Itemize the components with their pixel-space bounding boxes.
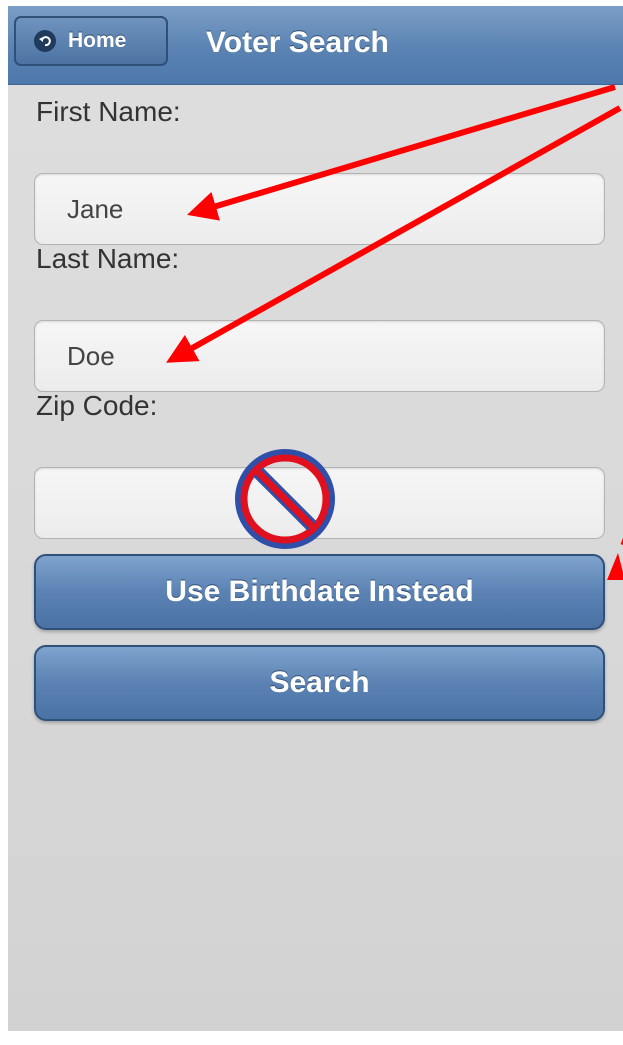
phone-frame: Home Voter Search First Name: Last Name:…	[0, 0, 623, 1045]
back-arrow-icon	[34, 30, 56, 52]
app-screen: Home Voter Search First Name: Last Name:…	[8, 6, 623, 1031]
home-button[interactable]: Home	[14, 16, 168, 66]
first-name-field[interactable]	[34, 173, 605, 245]
header-bar: Home Voter Search	[8, 6, 623, 85]
home-button-label: Home	[68, 29, 127, 52]
page-title: Voter Search	[206, 26, 389, 59]
first-name-label: First Name:	[36, 96, 181, 127]
use-birthdate-button[interactable]: Use Birthdate Instead	[34, 554, 605, 630]
zip-code-field[interactable]	[34, 467, 605, 539]
last-name-label: Last Name:	[36, 243, 180, 274]
zip-code-label: Zip Code:	[36, 390, 158, 421]
search-button[interactable]: Search	[34, 645, 605, 721]
last-name-field[interactable]	[34, 320, 605, 392]
